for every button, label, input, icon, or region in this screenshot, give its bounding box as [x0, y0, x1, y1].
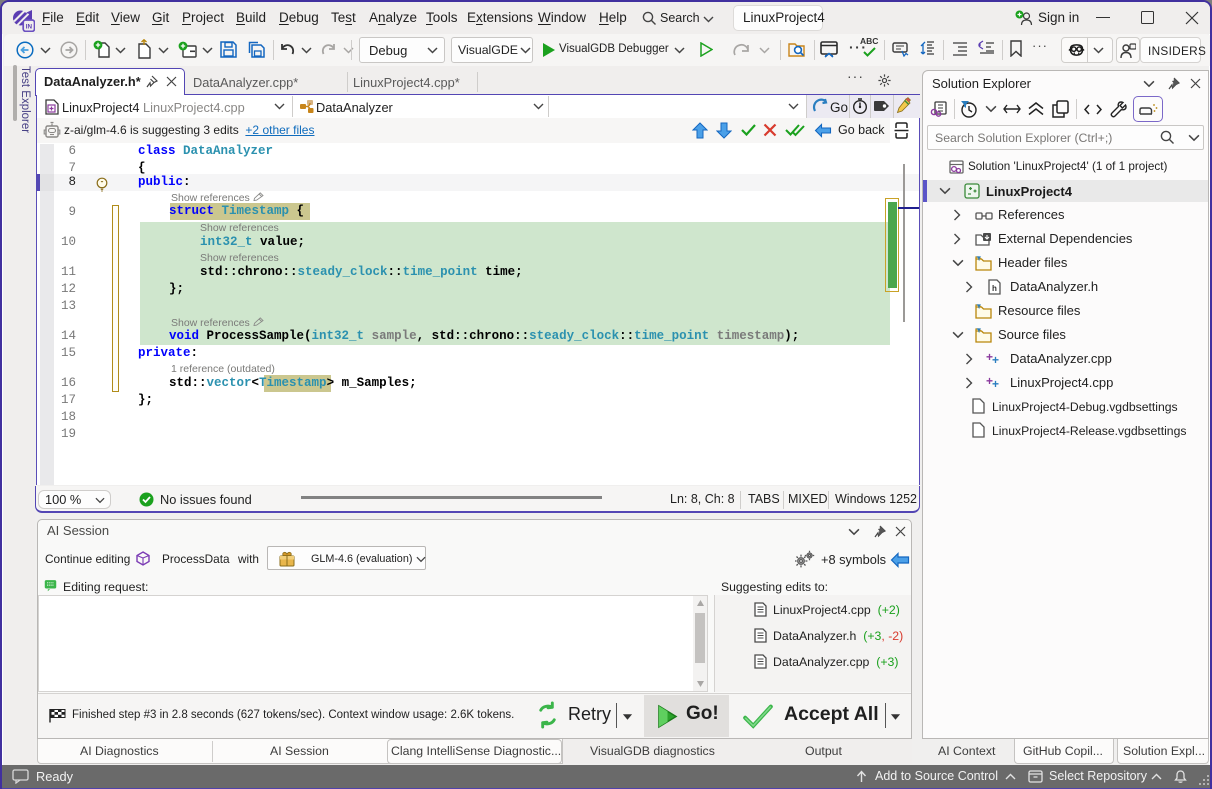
svg-text:h: h — [992, 284, 997, 293]
svg-text:IN: IN — [26, 24, 33, 31]
